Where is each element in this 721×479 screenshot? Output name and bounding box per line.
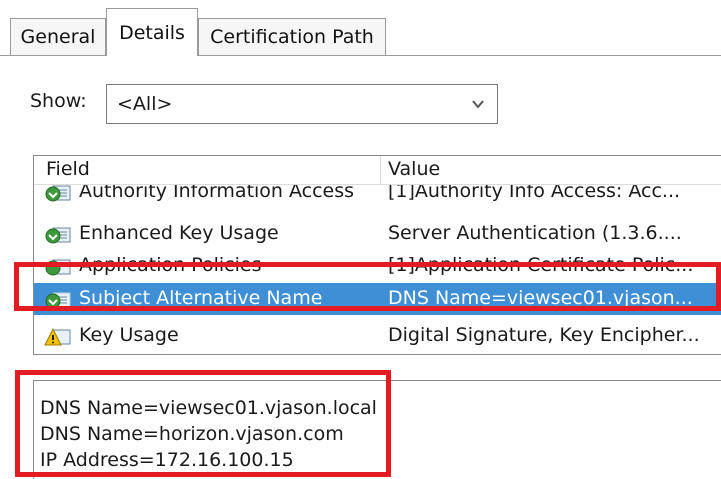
column-header-field[interactable]: Field [46,158,90,180]
field-list[interactable]: Field Value Authority Information Access… [33,155,721,355]
chevron-down-icon [472,100,484,109]
tab-details[interactable]: Details [106,8,198,56]
tab-strip: General Details Certification Path [0,0,721,56]
tab-general[interactable]: General [10,18,106,55]
column-header-value[interactable]: Value [388,158,440,180]
highlight-annotation-row [14,262,721,311]
show-dropdown[interactable]: <All> [106,84,498,124]
list-item[interactable]: Enhanced Key Usage Server Authentication… [34,218,721,250]
cert-extension-icon [45,185,71,202]
cert-extension-icon [45,227,71,244]
show-dropdown-value: <All> [117,93,173,115]
highlight-annotation-detail [15,370,391,477]
row-field: Key Usage [79,324,179,346]
row-field: Enhanced Key Usage [79,222,279,244]
warning-icon [44,327,71,346]
row-value: Digital Signature, Key Encipher... [388,324,700,346]
list-header: Field Value [34,156,721,185]
list-item[interactable]: Key Usage Digital Signature, Key Enciphe… [34,320,721,352]
row-value: Server Authentication (1.3.6.... [388,222,682,244]
tab-certification-path[interactable]: Certification Path [198,18,386,55]
show-label: Show: [30,90,87,112]
column-divider[interactable] [380,156,381,184]
